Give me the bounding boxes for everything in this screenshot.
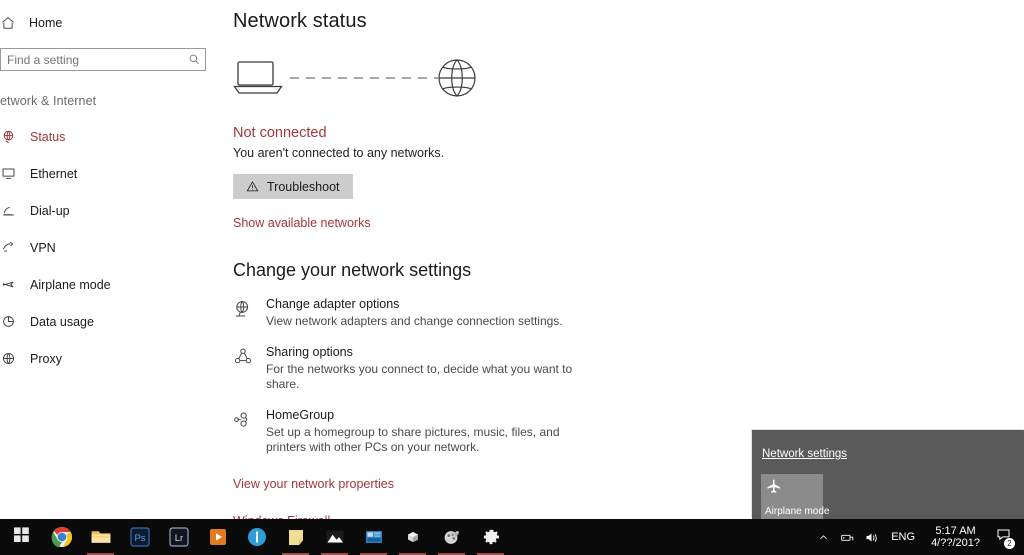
sidebar-item-data-usage-label: Data usage xyxy=(30,314,94,329)
photoshop-icon: Ps xyxy=(129,526,151,548)
dialup-icon xyxy=(0,203,16,219)
sidebar-item-status-label: Status xyxy=(30,129,66,144)
taskbar-app-sticky-notes[interactable] xyxy=(276,519,315,555)
sidebar-item-dial-up[interactable]: Dial-up xyxy=(0,192,218,229)
taskbar-app-file-explorer[interactable] xyxy=(81,519,120,555)
taskbar: Ps Lr ENG 5:17 AM 4/??/201? 2 xyxy=(0,519,1024,555)
file-explorer-icon xyxy=(90,526,112,548)
status-icon xyxy=(0,129,16,145)
clock[interactable]: 5:17 AM 4/??/201? xyxy=(923,525,988,549)
svg-text:Lr: Lr xyxy=(174,533,182,544)
search-input[interactable] xyxy=(1,49,185,70)
airplane-mode-tile[interactable]: Airplane mode xyxy=(761,474,829,519)
sidebar-item-ethernet[interactable]: Ethernet xyxy=(0,155,218,192)
chevron-up-icon[interactable] xyxy=(811,519,835,555)
sticky-notes-icon xyxy=(285,526,307,548)
taskbar-app-lightroom[interactable]: Lr xyxy=(159,519,198,555)
data-usage-icon xyxy=(0,314,16,330)
network-status-diagram xyxy=(233,55,1024,101)
status-headline: Not connected xyxy=(233,125,327,141)
svg-text:Ps: Ps xyxy=(134,533,145,544)
clock-time: 5:17 AM xyxy=(935,525,976,537)
sidebar-item-vpn-label: VPN xyxy=(30,240,56,255)
taskbar-app-chrome[interactable] xyxy=(42,519,81,555)
ethernet-icon xyxy=(0,166,16,182)
option-description: Set up a homegroup to share pictures, mu… xyxy=(266,425,560,454)
system-tray: ENG 5:17 AM 4/??/201? 2 xyxy=(811,519,1024,555)
sidebar-section-title: etwork & Internet xyxy=(0,94,97,108)
movies-tv-icon xyxy=(363,526,385,548)
sidebar-item-ethernet-label: Ethernet xyxy=(30,166,78,181)
sharing-nodes-icon xyxy=(233,347,253,367)
sidebar-item-proxy[interactable]: Proxy xyxy=(0,340,218,377)
sidebar-item-airplane-mode-label: Airplane mode xyxy=(30,277,111,292)
sidebar-item-proxy-label: Proxy xyxy=(30,351,62,366)
vpn-icon xyxy=(0,240,16,256)
troubleshoot-button[interactable]: Troubleshoot xyxy=(233,174,353,199)
show-networks-row: Show available networks xyxy=(233,214,1024,232)
homegroup-icon xyxy=(233,410,253,430)
option-change-adapter-options[interactable]: Change adapter options View network adap… xyxy=(233,297,1024,329)
taskbar-app-photos[interactable] xyxy=(315,519,354,555)
search-box[interactable] xyxy=(0,48,206,71)
paint-3d-icon xyxy=(441,526,463,548)
sidebar-item-dial-up-label: Dial-up xyxy=(30,203,70,218)
info-circle-icon xyxy=(246,526,268,548)
network-flyout: Network settings Airplane mode xyxy=(752,430,1024,519)
sidebar-item-vpn[interactable]: VPN xyxy=(0,229,218,266)
taskbar-app-paint-3d[interactable] xyxy=(432,519,471,555)
action-center-badge: 2 xyxy=(1004,538,1015,549)
flyout-network-settings-link[interactable]: Network settings xyxy=(762,448,847,460)
airplane-mode-tile-label: Airplane mode xyxy=(765,506,830,517)
sidebar-item-airplane-mode[interactable]: Airplane mode xyxy=(0,266,218,303)
settings-sidebar: Home etwork & Internet xyxy=(0,0,218,519)
taskbar-app-media-player[interactable] xyxy=(198,519,237,555)
taskbar-app-photoshop[interactable]: Ps xyxy=(120,519,159,555)
troubleshoot-label: Troubleshoot xyxy=(267,179,340,194)
start-windows-icon xyxy=(13,526,30,548)
sidebar-nav: Status Ethernet Dial-up VPN Airplane mod… xyxy=(0,118,218,377)
warning-triangle-icon xyxy=(246,180,259,193)
option-title: Sharing options xyxy=(266,345,353,359)
taskbar-app-3d-builder[interactable] xyxy=(393,519,432,555)
sidebar-item-data-usage[interactable]: Data usage xyxy=(0,303,218,340)
laptop-icon xyxy=(233,61,283,94)
media-player-icon xyxy=(207,526,229,548)
page-title: Network status xyxy=(233,10,367,32)
option-title: HomeGroup xyxy=(266,408,335,422)
settings-gear-icon xyxy=(480,526,502,548)
taskbar-apps: Ps Lr xyxy=(42,519,510,555)
status-detail: You aren't connected to any networks. xyxy=(233,146,445,160)
network-icon[interactable] xyxy=(835,519,859,555)
settings-section-heading: Change your network settings xyxy=(233,260,472,280)
start-button[interactable] xyxy=(0,519,42,555)
home-icon xyxy=(0,15,16,31)
sidebar-home-label: Home xyxy=(29,16,63,30)
option-description: For the networks you connect to, decide … xyxy=(266,362,573,391)
desktop: Home etwork & Internet xyxy=(0,0,1024,555)
sidebar-item-home[interactable]: Home xyxy=(0,8,218,38)
taskbar-app-movies-tv[interactable] xyxy=(354,519,393,555)
taskbar-app-info[interactable] xyxy=(237,519,276,555)
chrome-icon xyxy=(51,526,73,548)
show-available-networks-link[interactable]: Show available networks xyxy=(233,216,371,230)
3d-builder-icon xyxy=(402,526,424,548)
search-icon xyxy=(185,49,203,70)
sidebar-item-status[interactable]: Status xyxy=(0,118,218,155)
photos-icon xyxy=(324,526,346,548)
airplane-icon xyxy=(0,277,16,293)
option-sharing-options[interactable]: Sharing options For the networks you con… xyxy=(233,345,1024,392)
globe-icon xyxy=(438,59,476,97)
airplane-icon xyxy=(766,478,783,495)
lightroom-icon: Lr xyxy=(168,526,190,548)
action-center-button[interactable]: 2 xyxy=(988,519,1018,555)
clock-date: 4/??/201? xyxy=(931,537,980,549)
adapter-globe-icon xyxy=(233,299,253,319)
taskbar-app-settings[interactable] xyxy=(471,519,510,555)
language-indicator[interactable]: ENG xyxy=(883,531,923,543)
option-title: Change adapter options xyxy=(266,297,400,311)
proxy-icon xyxy=(0,351,16,367)
volume-icon[interactable] xyxy=(859,519,883,555)
option-description: View network adapters and change connect… xyxy=(266,314,563,328)
